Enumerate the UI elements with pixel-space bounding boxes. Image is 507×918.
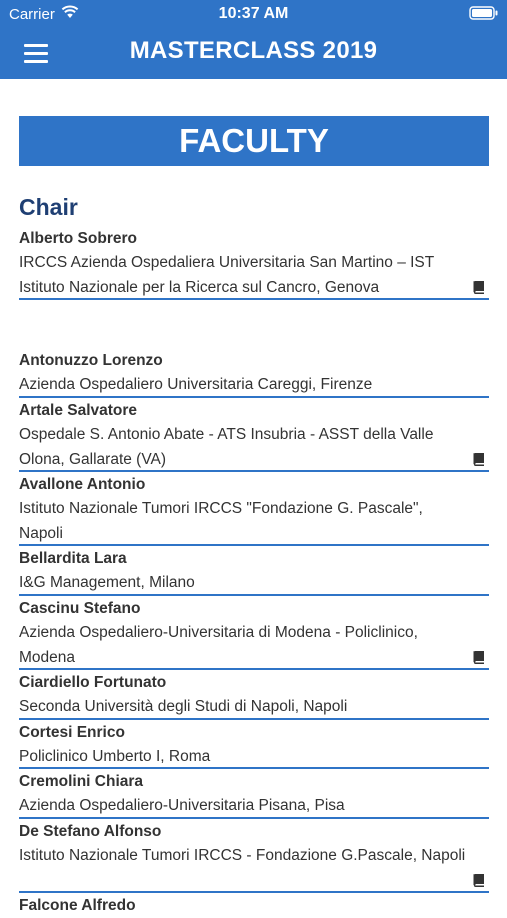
faculty-affiliation: Azienda Ospedaliero Universitaria Caregg… — [19, 376, 373, 393]
faculty-affiliation: Ospedale S. Antonio Abate - ATS Insubria… — [19, 426, 434, 468]
book-icon[interactable] — [472, 280, 486, 294]
faculty-entry[interactable]: Avallone Antonio Istituto Nazionale Tumo… — [19, 472, 489, 546]
faculty-entry[interactable]: Artale Salvatore Ospedale S. Antonio Aba… — [19, 398, 489, 472]
faculty-name: Avallone Antonio — [19, 476, 146, 493]
faculty-entry[interactable]: Falcone Alfredo — [19, 893, 489, 918]
divider — [19, 298, 489, 300]
faculty-affiliation: Azienda Ospedaliero-Universitaria Pisana… — [19, 797, 345, 814]
book-icon[interactable] — [472, 452, 486, 466]
faculty-entry[interactable]: Antonuzzo Lorenzo Azienda Ospedaliero Un… — [19, 348, 489, 398]
battery-icon — [469, 6, 498, 20]
chair-entry[interactable]: Alberto Sobrero IRCCS Azienda Ospedalier… — [19, 226, 489, 300]
faculty-banner: FACULTY — [19, 116, 489, 166]
faculty-name: Cremolini Chiara — [19, 773, 144, 790]
faculty-entry[interactable]: Cremolini Chiara Azienda Ospedaliero-Uni… — [19, 769, 489, 819]
faculty-affiliation: Istituto Nazionale Tumori IRCCS - Fondaz… — [19, 847, 466, 864]
chair-section-title: Chair — [19, 194, 78, 220]
faculty-affiliation: Seconda Università degli Studi di Napoli… — [19, 698, 348, 715]
faculty-name: Artale Salvatore — [19, 402, 138, 419]
faculty-affiliation: I&G Management, Milano — [19, 574, 195, 591]
faculty-name: Alberto Sobrero — [19, 230, 137, 247]
faculty-affiliation: IRCCS Azienda Ospedaliera Universitaria … — [19, 254, 434, 296]
faculty-entry[interactable]: Bellardita Lara I&G Management, Milano — [19, 546, 489, 596]
faculty-name: De Stefano Alfonso — [19, 823, 162, 840]
faculty-entry[interactable]: De Stefano Alfonso Istituto Nazionale Tu… — [19, 819, 489, 893]
faculty-affiliation: Istituto Nazionale Tumori IRCCS "Fondazi… — [19, 500, 423, 542]
faculty-name: Cascinu Stefano — [19, 600, 141, 617]
faculty-entry[interactable]: Ciardiello Fortunato Seconda Università … — [19, 670, 489, 720]
top-bar: Carrier 10:37 AM MASTERCLASS 2019 — [0, 0, 507, 79]
status-time: 10:37 AM — [218, 5, 289, 22]
nav-bar: MASTERCLASS 2019 — [0, 28, 507, 79]
faculty-name: Falcone Alfredo — [19, 897, 136, 914]
status-bar: Carrier 10:37 AM — [0, 0, 507, 28]
faculty-affiliation: Policlinico Umberto I, Roma — [19, 748, 211, 765]
faculty-name: Antonuzzo Lorenzo — [19, 352, 163, 369]
faculty-name: Cortesi Enrico — [19, 724, 125, 741]
book-icon[interactable] — [472, 650, 486, 664]
faculty-entry[interactable]: Cortesi Enrico Policlinico Umberto I, Ro… — [19, 720, 489, 769]
faculty-name: Bellardita Lara — [19, 550, 127, 567]
book-icon[interactable] — [472, 873, 486, 887]
app-title: MASTERCLASS 2019 — [129, 37, 378, 64]
faculty-affiliation: Azienda Ospedaliero-Universitaria di Mod… — [19, 624, 418, 666]
faculty-entry[interactable]: Cascinu Stefano Azienda Ospedaliero-Univ… — [19, 596, 489, 670]
faculty-name: Ciardiello Fortunato — [19, 674, 167, 691]
